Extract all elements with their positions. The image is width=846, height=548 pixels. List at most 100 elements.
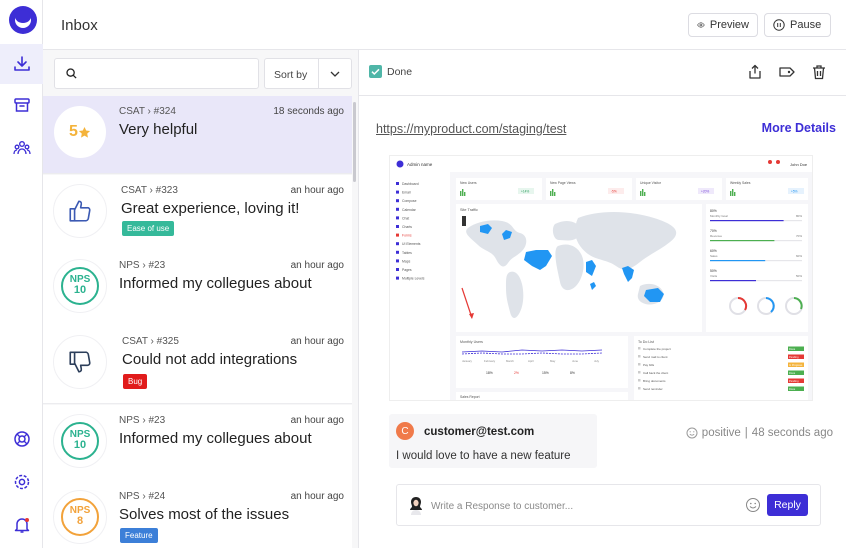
thumb-goal-pct: 60% — [710, 249, 717, 253]
thumbs-up-badge — [53, 184, 107, 238]
thumb-nav-icon — [396, 199, 399, 203]
feedback-detail-panel: Done https://myproduct.com/staging/test … — [359, 50, 846, 548]
thumb-stat-spark — [644, 192, 646, 196]
thumb-stat-label: Weekly Sales — [730, 181, 751, 185]
item-title: Informed my collegues about — [119, 275, 312, 292]
preview-label: Preview — [709, 19, 749, 31]
thumb-stat-spark — [640, 191, 642, 196]
pause-icon — [773, 19, 785, 31]
thumb-nav-icon — [396, 242, 399, 246]
nps-ring: NPS 8 — [61, 498, 99, 536]
item-meta: CSAT › #325 — [122, 336, 179, 347]
preview-button[interactable]: Preview — [688, 13, 758, 37]
help-nav-icon[interactable] — [0, 419, 43, 459]
thumb-user: John Doe — [790, 162, 808, 167]
item-meta: CSAT › #324 — [119, 106, 176, 117]
trash-icon — [813, 65, 825, 80]
feedback-list-panel: Sort by 5 CSAT › #324 18 seconds ago Ver… — [43, 50, 359, 548]
pause-label: Pause — [790, 19, 822, 31]
thumb-nav-item: Dashboard — [402, 182, 419, 186]
lifebuoy-icon — [13, 431, 30, 447]
thumbs-down-badge — [53, 335, 107, 389]
thumb-stat-spark — [464, 192, 466, 196]
settings-nav-icon[interactable] — [0, 462, 43, 502]
thumb-goal-label: Sales — [710, 254, 718, 258]
thumb-nav-icon — [396, 268, 399, 271]
people-nav-icon[interactable] — [0, 128, 43, 168]
list-item[interactable]: CSAT › #323 an hour ago Great experience… — [43, 175, 352, 253]
archive-nav-icon[interactable] — [0, 85, 43, 125]
thumb-nav-item: Multiple Levels — [402, 277, 425, 281]
archive-icon — [13, 98, 30, 112]
thumb-nav-item: UI Elements — [402, 242, 421, 246]
thumb-goal-label: Revenue — [710, 234, 722, 238]
thumb-stat-spark — [552, 189, 554, 196]
thumb-month-label: July — [594, 359, 600, 363]
thumb-nav-item: Calendar — [402, 208, 417, 212]
logo-icon[interactable] — [9, 6, 37, 34]
delete-button[interactable] — [809, 62, 829, 82]
thumb-stat-spark — [730, 191, 732, 196]
page-url-link[interactable]: https://myproduct.com/staging/test — [376, 122, 566, 136]
thumb-todo-checkbox — [638, 347, 641, 350]
thumb-nav-item: Email — [402, 191, 411, 195]
thumb-chart-title: Monthly Users — [460, 340, 483, 344]
notifications-nav-icon[interactable] — [0, 505, 43, 545]
people-icon — [12, 141, 31, 155]
done-label: Done — [387, 66, 413, 78]
nps-value: 10 — [73, 439, 87, 452]
pause-button[interactable]: Pause — [764, 13, 831, 37]
thumb-nav-icon — [396, 259, 399, 263]
reply-input[interactable] — [431, 498, 731, 514]
thumb-chart-footer: 2% — [514, 371, 519, 375]
thumb-todo-item: Complete the project — [643, 347, 671, 351]
csat-score-badge: 5 — [53, 105, 107, 159]
thumb-goal-pct: 80% — [710, 209, 717, 213]
thumb-stat-delta: +5% — [791, 190, 798, 194]
download-icon — [13, 56, 30, 71]
thumb-todo-item: Bring documents — [643, 379, 666, 383]
sort-by-dropdown[interactable]: Sort by — [264, 58, 352, 89]
emoji-icon[interactable] — [745, 497, 761, 513]
item-title: Could not add integrations — [122, 351, 298, 368]
list-item[interactable]: NPS 10 NPS › #23 an hour ago Informed my… — [43, 250, 352, 328]
thumb-todo-status: Done — [789, 371, 796, 375]
done-checkbox[interactable] — [369, 65, 382, 78]
thumb-todo-item: Send mail to client — [643, 355, 668, 359]
comment-status: positive | 48 seconds ago — [686, 427, 833, 439]
tag-button[interactable] — [777, 62, 797, 82]
thumb-month-label: February — [484, 359, 496, 363]
list-scrollbar[interactable] — [353, 102, 356, 182]
settings-icon — [14, 474, 29, 490]
thumb-stat-label: New Users — [460, 181, 477, 185]
nps-ring: NPS 10 — [61, 422, 99, 460]
search-input[interactable] — [85, 65, 250, 83]
list-item[interactable]: NPS 8 NPS › #24 an hour ago Solves most … — [43, 481, 352, 548]
thumb-nav-item: Compose — [402, 199, 417, 203]
comment-time: 48 seconds ago — [751, 427, 833, 439]
thumb-todo-checkbox — [638, 355, 641, 358]
list-item[interactable]: CSAT › #325 an hour ago Could not add in… — [43, 326, 352, 404]
item-time: an hour ago — [290, 491, 344, 502]
inbox-nav-icon[interactable] — [0, 44, 43, 84]
tag-ease-of-use: Ease of use — [122, 221, 175, 236]
sentiment-label: positive — [701, 427, 741, 439]
thumb-todo-status: In Progress — [789, 363, 803, 367]
thumb-stat-spark — [642, 189, 644, 196]
thumb-month-label: May — [550, 359, 556, 363]
more-details-link[interactable]: More Details — [762, 121, 836, 135]
list-item[interactable]: 5 CSAT › #324 18 seconds ago Very helpfu… — [43, 96, 352, 174]
item-time: an hour ago — [290, 415, 344, 426]
thumb-todo-status: Done — [789, 347, 796, 351]
thumb-month-label: January — [462, 359, 473, 363]
reply-button[interactable]: Reply — [767, 494, 808, 516]
list-item[interactable]: NPS 10 NPS › #23 an hour ago Informed my… — [43, 405, 352, 483]
thumb-goal-fill — [710, 220, 784, 222]
customer-avatar: C — [396, 422, 414, 440]
share-button[interactable] — [745, 62, 765, 82]
bell-icon — [14, 518, 29, 533]
item-time: an hour ago — [290, 185, 344, 196]
nps-ring: NPS 10 — [61, 267, 99, 305]
thumb-todo-item: Pay bills — [643, 363, 655, 367]
thumb-nav-item: Charts — [402, 225, 412, 229]
